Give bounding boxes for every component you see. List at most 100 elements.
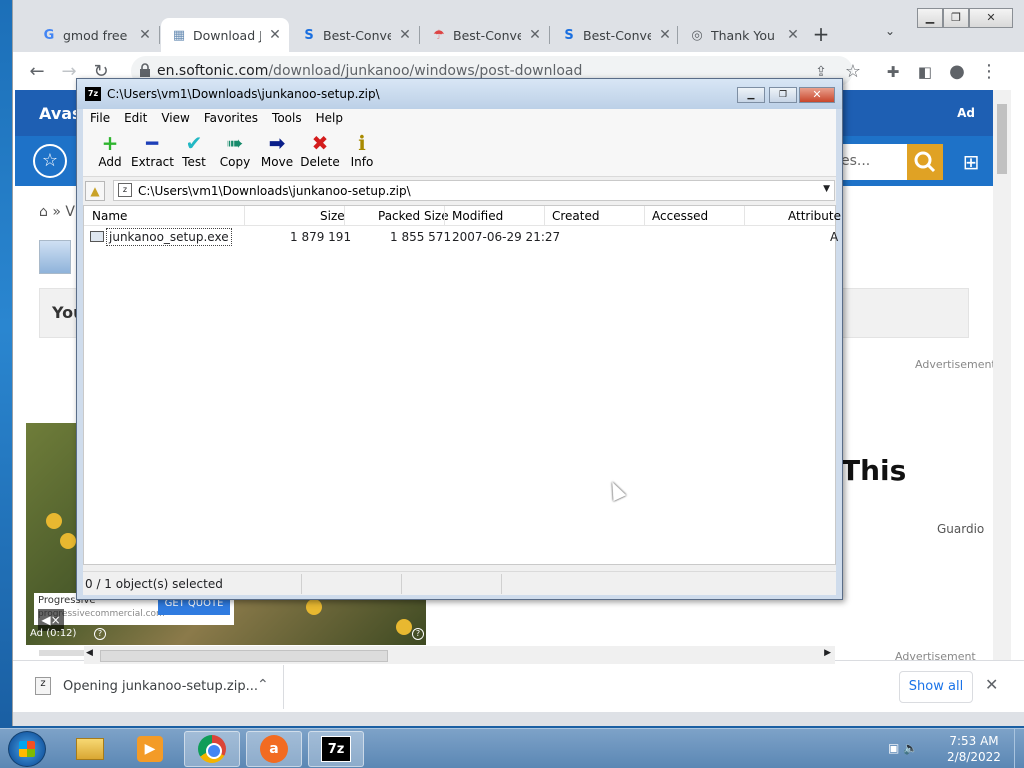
column-name[interactable]: Name [92,209,127,223]
copy-button[interactable]: ➠ Copy [214,131,256,175]
column-attributes[interactable]: Attribute [788,209,841,223]
show-desktop-button[interactable] [1014,729,1024,768]
headline-fragment: This [841,454,907,487]
menu-favorites[interactable]: Favorites [197,109,265,129]
file-name[interactable]: junkanoo_setup.exe [106,228,232,246]
volume-icon[interactable]: 🔈 [903,741,918,755]
column-modified[interactable]: Modified [452,209,503,223]
avast-icon: a [260,735,288,763]
close-tab-icon[interactable]: ✕ [267,27,283,43]
menu-tools[interactable]: Tools [265,109,309,129]
show-all-button[interactable]: Show all [899,671,973,703]
add-button[interactable]: + Add [89,131,131,175]
network-icon[interactable]: ▣ [888,741,899,755]
move-button[interactable]: ➡ Move [256,131,298,175]
tab-best-converter-2[interactable]: ☂ Best-Conver ✕ [421,18,549,52]
column-divider[interactable] [744,206,745,226]
umbrella-icon: ☂ [433,27,445,43]
7zip-titlebar[interactable]: 7z C:\Users\vm1\Downloads\junkanoo-setup… [77,79,842,109]
taskbar-chrome[interactable] [184,731,240,767]
tab-title: Download J [193,27,261,43]
column-divider[interactable] [244,206,245,226]
column-packed-size[interactable]: Packed Size [378,209,449,223]
close-window-button[interactable]: ✕ [969,8,1013,28]
extensions-puzzle-icon[interactable]: ✚ [881,60,905,84]
menu-help[interactable]: Help [309,109,350,129]
menu-view[interactable]: View [154,109,196,129]
menu-file[interactable]: File [83,109,117,129]
test-button[interactable]: ✔ Test [173,131,215,175]
column-divider[interactable] [444,206,445,226]
lock-icon [140,63,150,77]
close-icon[interactable]: ✕ [985,675,998,694]
maximize-button[interactable]: ❐ [769,87,797,103]
ad-info-icon[interactable]: ? [412,628,424,640]
close-tab-icon[interactable]: ✕ [137,27,153,43]
close-window-button[interactable]: ✕ [799,87,835,103]
close-tab-icon[interactable]: ✕ [657,27,673,43]
tab-divider [159,26,160,44]
column-divider[interactable] [344,206,345,226]
info-button[interactable]: ℹ Info [341,131,383,175]
softonic-star-icon[interactable]: ☆ [33,144,67,178]
maximize-button[interactable]: ❐ [943,8,969,28]
taskbar-explorer[interactable] [62,731,118,767]
menu-kebab-icon[interactable]: ⋮ [977,60,1001,84]
scroll-left-icon[interactable]: ◀ [86,648,93,658]
breadcrumb: ⌂ » V [39,204,75,220]
clock[interactable]: 7:53 AM 2/8/2022 [944,733,1004,765]
chevron-down-icon[interactable]: ▼ [823,184,830,194]
delete-button[interactable]: ✖ Delete [299,131,341,175]
tab-search-button[interactable]: ⌄ [885,24,895,38]
column-size[interactable]: Size [320,209,345,223]
profile-avatar-icon[interactable]: ● [945,60,969,84]
column-divider[interactable] [544,206,545,226]
taskbar-media-player[interactable]: ▶ [122,731,178,767]
horizontal-scrollbar[interactable]: ◀ ▶ [84,646,835,664]
close-tab-icon[interactable]: ✕ [785,27,801,43]
breadcrumb-text[interactable]: » V [52,204,75,220]
tab-best-converter-3[interactable]: S Best-Conver ✕ [551,18,679,52]
extract-button[interactable]: ━ Extract [131,131,174,175]
vertical-scrollbar[interactable] [993,90,1011,660]
scrollbar-thumb[interactable] [100,650,388,662]
table-row[interactable]: junkanoo_setup.exe 1 879 191 1 855 571 2… [84,228,838,246]
taskbar-avast[interactable]: a [246,731,302,767]
tab-best-converter-1[interactable]: S Best-Conver ✕ [291,18,419,52]
scroll-right-icon[interactable]: ▶ [824,648,831,658]
chevron-up-icon[interactable]: ⌃ [257,677,269,693]
menu-edit[interactable]: Edit [117,109,154,129]
column-created[interactable]: Created [552,209,600,223]
start-button[interactable] [8,731,46,767]
minimize-button[interactable]: ▁ [737,87,765,103]
taskbar-7zip[interactable]: 7z [308,731,364,767]
bookmark-star-icon[interactable]: ☆ [841,60,865,84]
tab-title: Best-Conver [583,27,651,43]
status-divider [301,574,302,594]
path-combobox[interactable]: z C:\Users\vm1\Downloads\junkanoo-setup.… [113,180,835,201]
folder-up-icon[interactable]: ▲ [85,181,105,201]
scrollbar-thumb[interactable] [997,104,1007,174]
tab-gmod[interactable]: G gmod free c ✕ [31,18,159,52]
back-arrow-icon[interactable]: ← [25,60,49,84]
double-arrow-icon: ➠ [226,131,244,155]
system-tray: ▣ 🔈 [888,741,918,755]
column-accessed[interactable]: Accessed [652,209,708,223]
exe-file-icon [90,231,104,242]
7zip-window: 7z C:\Users\vm1\Downloads\junkanoo-setup… [76,78,843,664]
side-panel-icon[interactable]: ◧ [913,60,937,84]
minimize-button[interactable]: ▁ [917,8,943,28]
tab-thank-you[interactable]: ◎ Thank You ✕ [679,18,807,52]
search-input[interactable]: es... [837,144,907,180]
search-button[interactable] [907,144,943,180]
home-icon[interactable]: ⌂ [39,204,48,220]
close-tab-icon[interactable]: ✕ [527,27,543,43]
download-item[interactable]: z Opening junkanoo-setup.zip... ⌃ [33,669,283,705]
tab-download-junkanoo[interactable]: ▦ Download J ✕ [161,18,289,52]
windows-logo-icon[interactable]: ⊞ [953,144,989,180]
column-divider[interactable] [644,206,645,226]
advertisement-label: Advertisement [895,650,976,660]
close-tab-icon[interactable]: ✕ [397,27,413,43]
new-tab-button[interactable]: + [809,22,833,46]
ad-info-icon[interactable]: ? [94,628,106,640]
